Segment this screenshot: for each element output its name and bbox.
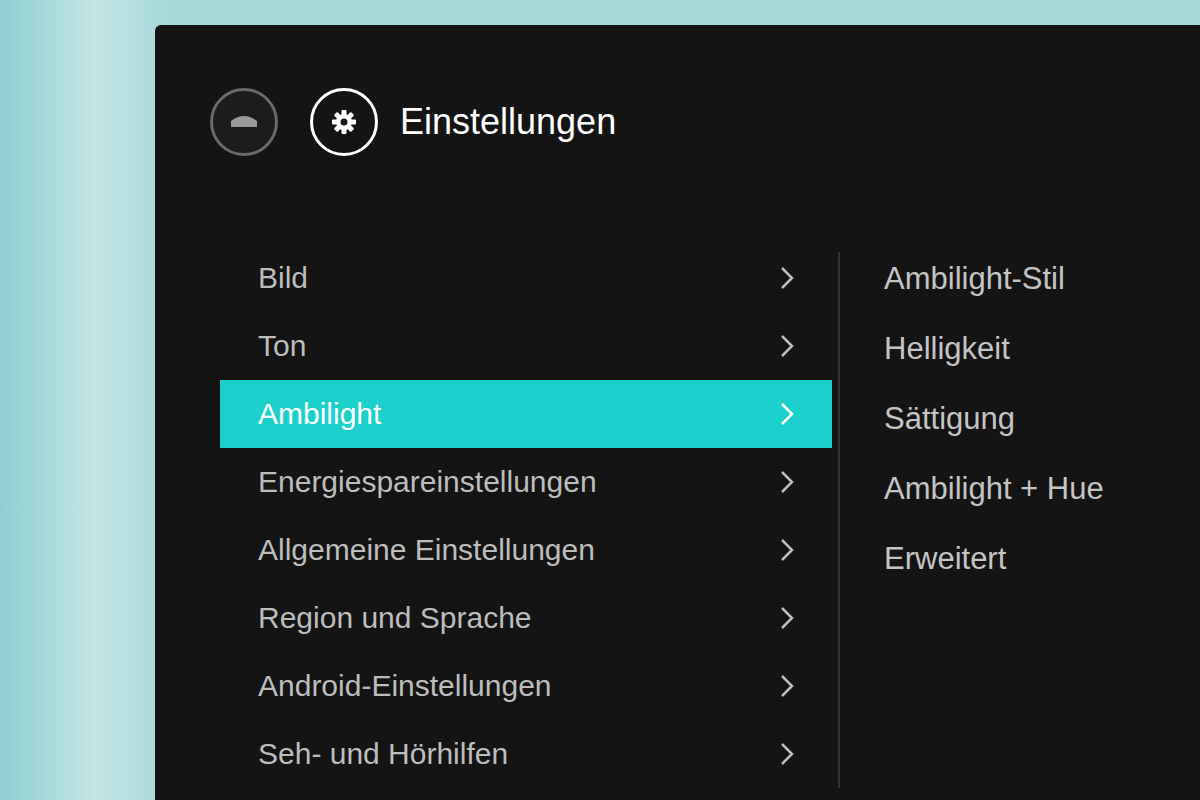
menu-item[interactable]: Ambilight: [220, 380, 832, 448]
submenu-item[interactable]: Sättigung: [884, 384, 1104, 454]
menu-item[interactable]: Allgemeine Einstellungen: [220, 516, 832, 584]
menu-item[interactable]: Seh- und Hörhilfen: [220, 720, 832, 788]
settings-content: Bild Ton Ambilight Energiespareinstellungen…: [220, 244, 1200, 788]
page-title: Einstellungen: [400, 101, 616, 143]
chevron-right-icon: [780, 402, 794, 426]
menu-item[interactable]: Region und Sprache: [220, 584, 832, 652]
chevron-right-icon: [780, 674, 794, 698]
column-divider: [838, 252, 840, 788]
submenu-item[interactable]: Ambilight + Hue: [884, 454, 1104, 524]
menu-label: Android-Einstellungen: [258, 669, 552, 703]
gear-icon: [329, 107, 359, 137]
chevron-right-icon: [780, 538, 794, 562]
settings-badge: [310, 88, 378, 156]
menu-item[interactable]: Bild: [220, 244, 832, 312]
menu-label: Region und Sprache: [258, 601, 532, 635]
menu-label: Allgemeine Einstellungen: [258, 533, 595, 567]
menu-item[interactable]: Ton: [220, 312, 832, 380]
chevron-right-icon: [780, 334, 794, 358]
chevron-right-icon: [780, 470, 794, 494]
tv-screen: Einstellungen Bild Ton Ambilight Energiespar…: [155, 25, 1200, 800]
chevron-right-icon: [780, 266, 794, 290]
chevron-right-icon: [780, 606, 794, 630]
menu-item[interactable]: Android-Einstellungen: [220, 652, 832, 720]
header: Einstellungen: [210, 25, 1200, 156]
menu-label: Ton: [258, 329, 306, 363]
page: Einstellungen Bild Ton Ambilight Energiespar…: [0, 0, 1200, 800]
settings-menu: Bild Ton Ambilight Energiespareinstellungen…: [220, 244, 832, 788]
submenu-item[interactable]: Ambilight-Stil: [884, 244, 1104, 314]
menu-label: Bild: [258, 261, 308, 295]
menu-label: Ambilight: [258, 397, 381, 431]
submenu-item[interactable]: Erweitert: [884, 524, 1104, 594]
chevron-right-icon: [780, 742, 794, 766]
home-button[interactable]: [210, 88, 278, 156]
submenu-item[interactable]: Helligkeit: [884, 314, 1104, 384]
menu-label: Seh- und Hörhilfen: [258, 737, 508, 771]
submenu: Ambilight-StilHelligkeitSättigungAmbilig…: [840, 244, 1104, 788]
menu-label: Energiespareinstellungen: [258, 465, 597, 499]
home-icon: [227, 105, 261, 139]
menu-item[interactable]: Energiespareinstellungen: [220, 448, 832, 516]
